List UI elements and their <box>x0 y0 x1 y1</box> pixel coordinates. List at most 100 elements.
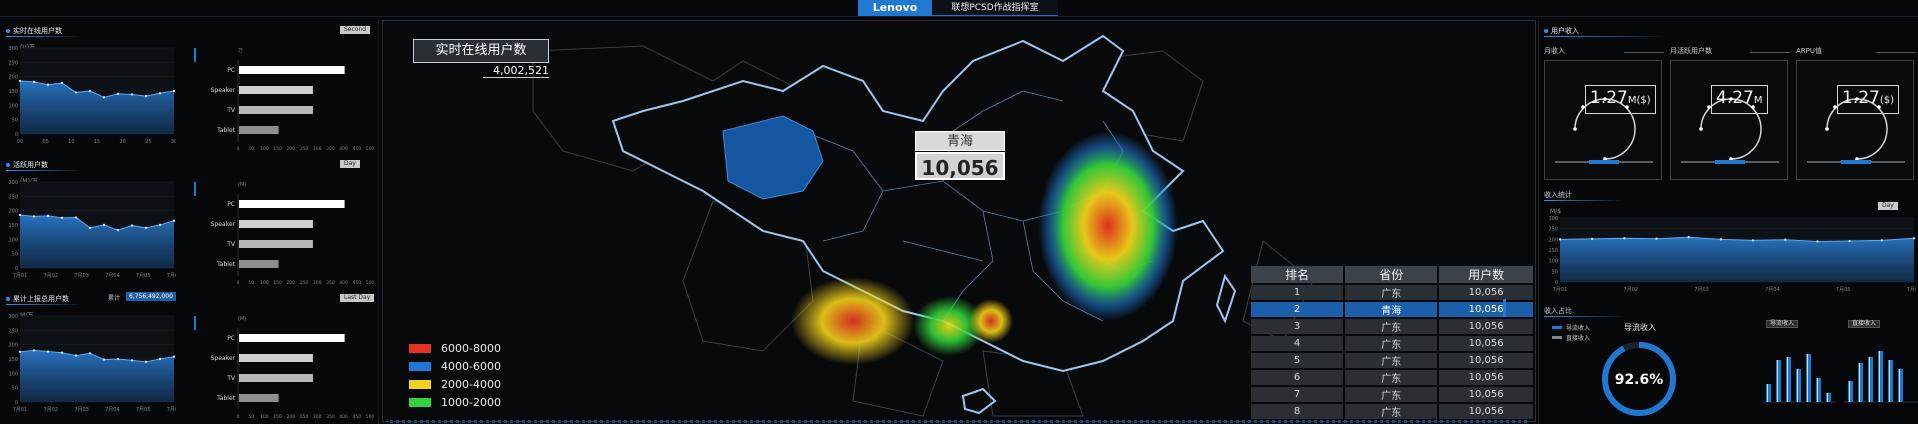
table-cell: 青海 <box>1345 302 1438 317</box>
data-point <box>130 359 134 362</box>
bar-speaker <box>239 354 313 362</box>
table-row[interactable]: 3 广东 10,056 <box>1251 319 1533 334</box>
revenue-stats-title: 收入统计 <box>1544 191 1572 199</box>
table-row[interactable]: 2 青海 10,056 <box>1251 302 1533 317</box>
table-row[interactable]: 5 广东 10,056 <box>1251 353 1533 368</box>
gauge-dot <box>1573 127 1577 131</box>
table-cell: 10,056 <box>1439 387 1533 402</box>
bar-group-tag: 直接收入 <box>1848 320 1881 328</box>
legend-swatch <box>409 397 431 407</box>
table-cell: 广东 <box>1345 387 1438 402</box>
share-bar <box>1878 351 1883 402</box>
data-point <box>144 226 148 230</box>
bar-axis-tick: 250 <box>300 414 309 420</box>
time-range-tag[interactable]: Second <box>340 26 371 34</box>
table-row[interactable]: 8 广东 10,056 <box>1251 404 1533 419</box>
gauge-value: 1.27M($) <box>1585 85 1656 114</box>
table-cell: 10,056 <box>1439 319 1533 334</box>
table-cell: 2 <box>1251 302 1344 317</box>
data-point <box>1784 238 1787 241</box>
y-tick-label: 250 <box>8 328 18 334</box>
data-point <box>172 355 176 358</box>
data-point <box>88 89 92 93</box>
time-range-tag[interactable]: Day <box>340 160 360 168</box>
share-bar-highlight <box>1817 378 1818 402</box>
share-bar <box>1816 378 1821 402</box>
bar-speaker <box>239 86 313 94</box>
gauge-track-fill <box>1589 160 1619 164</box>
share-bar-highlight <box>1767 384 1768 402</box>
table-row[interactable]: 6 广东 10,056 <box>1251 370 1533 385</box>
rank-scrollbar[interactable] <box>1503 299 1506 317</box>
bar-category-label: Speaker <box>211 87 236 94</box>
data-point <box>74 354 78 357</box>
table-row[interactable]: 7 广东 10,056 <box>1251 387 1533 402</box>
x-tick-label: 7月04 <box>105 407 120 412</box>
left-divider <box>378 20 379 424</box>
gauge-value: 4.27M <box>1711 85 1768 114</box>
right-column: 用户收入 月收入 1.27M($) 月活跃用户数 4.27M ARPU值 1.27($) 收入… <box>1538 20 1918 424</box>
dashboard-title: 联想PCSD作战指挥室 <box>932 0 1058 15</box>
table-row[interactable]: 4 广东 10,056 <box>1251 336 1533 351</box>
data-point <box>144 94 148 98</box>
title-divider <box>0 16 1918 17</box>
bar-tablet <box>239 126 279 134</box>
y-tick-label: 250 <box>8 194 18 200</box>
x-tick-label: 05 <box>42 139 48 144</box>
data-point <box>74 91 78 94</box>
data-point <box>1816 240 1819 243</box>
bar-axis-tick: 500 <box>366 146 375 152</box>
y-tick-label: 150 <box>1548 248 1558 254</box>
bar-axis-tick: 0 <box>237 280 240 286</box>
bar-axis-tick: 100 <box>260 146 269 152</box>
bar-axis-tick: 100 <box>260 280 269 286</box>
table-cell: 4 <box>1251 336 1344 351</box>
bar-axis-tick: 450 <box>353 146 362 152</box>
map-panel: 实时在线用户数 4,002,521 青海 10,056 6000-8000 400… <box>382 20 1536 422</box>
rank-table: 排名 省份 用户数 1 广东 10,056 2 青海 10,056 3 广东 10,056 4 广东 10,… <box>1249 264 1535 421</box>
y-tick-label: 300 <box>8 180 18 186</box>
bar-axis-tick: 350 <box>326 280 335 286</box>
bar-axis-tick: 150 <box>273 414 282 420</box>
tooltip-province: 青海 <box>915 131 1005 151</box>
data-point <box>46 83 50 86</box>
y-tick-label: 50 <box>1552 269 1558 275</box>
y-tick-label: 50 <box>12 252 18 258</box>
share-bar-highlight <box>1889 360 1890 402</box>
bar-category-label: Tablet <box>216 127 236 134</box>
bar-axis-tick: 150 <box>273 280 282 286</box>
share-legend-label: 导流收入 <box>1566 325 1591 332</box>
total-users-box: 实时在线用户数 4,002,521 <box>413 39 549 79</box>
share-bar <box>1766 384 1771 402</box>
table-cell: 6 <box>1251 370 1344 385</box>
gauge-dial <box>1555 97 1653 164</box>
share-underline <box>1544 316 1624 317</box>
data-point <box>102 96 106 99</box>
table-cell: 广东 <box>1345 404 1438 419</box>
data-point <box>1687 236 1690 239</box>
area-chart-1: 300 250 200 150 100 50 07月01 7月02 7月03 7月04 7月05 7月… <box>8 180 176 278</box>
gauge-unit: M <box>1753 95 1763 106</box>
stats-time-tag[interactable]: Day <box>1878 202 1898 210</box>
gauge-card: 1.27M($) <box>1544 60 1662 180</box>
section-underline <box>1544 36 1664 37</box>
table-row[interactable]: 1 广东 10,056 <box>1251 285 1533 300</box>
time-range-tag[interactable]: Last Day <box>340 294 375 302</box>
revenue-area-chart: 300 250 200 150 100 50 07月01 7月02 7月03 7月04 7月05 7月… <box>1548 216 1916 292</box>
data-point <box>46 214 50 218</box>
bar-category-label: TV <box>226 375 236 382</box>
x-tick-label: 7月05 <box>136 273 151 278</box>
total-users-title: 实时在线用户数 <box>413 39 549 63</box>
panel-underline <box>6 304 82 305</box>
data-point <box>60 351 64 354</box>
x-tick-label: 7月02 <box>1624 287 1639 292</box>
gauge-unit: ($) <box>1879 95 1895 106</box>
table-cell: 广东 <box>1345 319 1438 334</box>
data-point <box>18 350 22 354</box>
table-cell: 10,056 <box>1439 370 1533 385</box>
right-divider <box>1538 20 1539 424</box>
share-bar-highlight <box>1879 351 1880 402</box>
data-point <box>1912 237 1916 240</box>
gauge-title-line <box>1624 52 1664 53</box>
gauge-value: 1.27($) <box>1837 85 1900 114</box>
